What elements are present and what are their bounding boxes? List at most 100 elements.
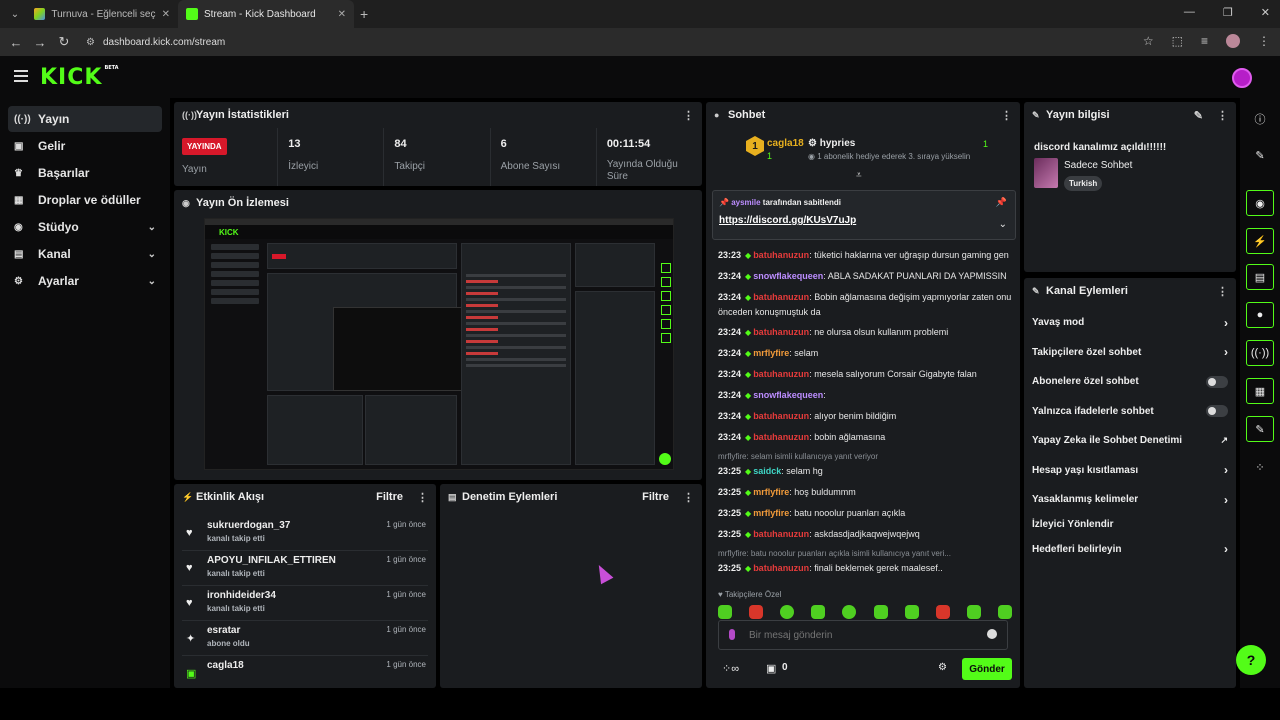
message-user[interactable]: batuhanuzun (753, 563, 809, 573)
apps-icon[interactable]: ⁘ (1246, 454, 1274, 480)
minimize-icon[interactable]: — (1184, 6, 1195, 19)
activity-user[interactable]: esratar (207, 625, 240, 636)
emote-icon[interactable] (966, 605, 981, 619)
gifter-name[interactable]: hypries (820, 138, 856, 149)
bookmark-star-icon[interactable]: ☆ (1143, 34, 1154, 48)
site-info-icon[interactable]: ⚙ (86, 37, 95, 48)
microphone-icon[interactable] (729, 629, 735, 640)
stream-preview-video[interactable]: KICK (204, 218, 674, 470)
top-user-name[interactable]: cagla18 (767, 138, 804, 149)
action-followers-only[interactable]: Takipçilere özel sohbet › (1024, 338, 1236, 368)
pinned-link[interactable]: https://discord.gg/KUsV7uJp (719, 215, 856, 226)
send-button[interactable]: Gönder (962, 658, 1012, 680)
emote-icon[interactable] (718, 605, 732, 619)
message-user[interactable]: batuhanuzun (753, 432, 809, 442)
gift-icon[interactable]: ▣ (766, 662, 776, 675)
subscribers-only-toggle[interactable] (1206, 375, 1228, 388)
more-options-icon[interactable]: ⋮ (1001, 109, 1012, 122)
emoji-icon[interactable] (987, 629, 997, 639)
broadcast-icon[interactable]: ((·)) (1246, 340, 1274, 366)
activity-user[interactable]: cagla18 (207, 660, 244, 671)
chat-bubble-icon[interactable]: ● (1246, 302, 1274, 328)
sidebar-item-ayarlar[interactable]: ⚙ Ayarlar ⌄ (8, 268, 162, 294)
chevron-down-icon[interactable]: ⌄ (999, 219, 1007, 230)
bolt-icon[interactable]: ⚡ (1246, 228, 1274, 254)
activity-user[interactable]: ironhideider34 (207, 590, 276, 601)
chat-message-input[interactable] (749, 627, 979, 643)
browser-menu-icon[interactable]: ⋮ (1258, 34, 1270, 48)
message-user[interactable]: batuhanuzun (753, 369, 809, 379)
channel-points-icon[interactable]: ⁘∞ (722, 662, 739, 675)
edit-icon[interactable]: ✎ (1194, 109, 1203, 122)
kick-logo[interactable]: KICK BETA (40, 65, 119, 90)
document-icon[interactable]: ▤ (1246, 264, 1274, 290)
tab-close-icon[interactable]: ✕ (338, 9, 346, 20)
sidebar-item-yayin[interactable]: ((·)) Yayın (8, 106, 162, 132)
sidebar-item-gelir[interactable]: ▣ Gelir (8, 133, 162, 159)
message-user[interactable]: batuhanuzun (753, 327, 809, 337)
emote-icon[interactable] (749, 605, 764, 619)
media-icon[interactable]: ≡ (1201, 34, 1208, 48)
help-headset-icon[interactable]: ? (1236, 645, 1266, 675)
tab-search-icon[interactable]: ⌄ (4, 3, 26, 25)
restore-icon[interactable]: ❐ (1223, 6, 1233, 19)
chat-settings-icon[interactable]: ⚙ (938, 662, 947, 673)
filter-button[interactable]: Filtre (642, 491, 669, 503)
emote-icon[interactable] (842, 605, 857, 619)
new-tab-icon[interactable]: + (360, 6, 368, 22)
url-field[interactable]: ⚙ dashboard.kick.com/stream (86, 37, 225, 48)
more-options-icon[interactable]: ⋮ (683, 491, 694, 504)
browser-tab-tournament[interactable]: Turnuva - Eğlenceli seçimler yap ✕ (26, 0, 178, 28)
collapse-icon[interactable]: ⩡ (856, 170, 862, 181)
menu-icon[interactable] (14, 70, 28, 85)
emote-icon[interactable] (873, 605, 888, 619)
message-user[interactable]: mrflyfire (753, 487, 789, 497)
activity-user[interactable]: APOYU_INFILAK_ETTIREN (207, 555, 336, 566)
action-set-goals[interactable]: Hedefleri belirleyin › (1024, 535, 1236, 565)
emote-icon[interactable] (904, 605, 919, 619)
activity-user[interactable]: sukruerdogan_37 (207, 520, 290, 531)
tab-close-icon[interactable]: ✕ (162, 9, 170, 20)
message-user[interactable]: snowflakequeen (753, 271, 823, 281)
action-account-age[interactable]: Hesap yaşı kısıtlaması › (1024, 456, 1236, 486)
sidebar-item-studyo[interactable]: ◉ Stüdyo ⌄ (8, 214, 162, 240)
info-icon[interactable]: ⓘ (1246, 106, 1274, 132)
preview-toggle-icon[interactable]: ◉ (1246, 190, 1274, 216)
message-user[interactable]: batuhanuzun (753, 529, 809, 539)
action-ai-moderation[interactable]: Yapay Zeka ile Sohbet Denetimi ↗ (1024, 426, 1236, 456)
filter-button[interactable]: Filtre (376, 491, 403, 503)
edit-icon[interactable]: ✎ (1246, 142, 1274, 168)
category-name[interactable]: Sadece Sohbet (1064, 160, 1132, 171)
action-banned-words[interactable]: Yasaklanmış kelimeler › (1024, 485, 1236, 515)
message-user[interactable]: mrflyfire (753, 348, 789, 358)
message-user[interactable]: batuhanuzun (753, 411, 809, 421)
message-user[interactable]: mrflyfire (753, 508, 789, 518)
emote-icon[interactable] (780, 605, 795, 619)
message-user[interactable]: batuhanuzun (753, 250, 809, 260)
pin-icon[interactable]: 📌 (996, 197, 1007, 208)
browser-tab-kick[interactable]: Stream - Kick Dashboard ✕ (178, 0, 354, 28)
sidebar-item-kanal[interactable]: ▤ Kanal ⌄ (8, 241, 162, 267)
more-options-icon[interactable]: ⋮ (1217, 109, 1228, 122)
message-user[interactable]: batuhanuzun (753, 292, 809, 302)
emote-icon[interactable] (997, 605, 1012, 619)
extensions-icon[interactable]: ⬚ (1172, 34, 1183, 48)
wrench-icon[interactable]: ✎ (1246, 416, 1274, 442)
more-options-icon[interactable]: ⋮ (417, 491, 428, 504)
emote-icon[interactable] (811, 605, 826, 619)
more-options-icon[interactable]: ⋮ (683, 109, 694, 122)
forward-icon[interactable]: → (28, 35, 52, 50)
user-avatar[interactable] (1232, 68, 1252, 88)
more-options-icon[interactable]: ⋮ (1217, 285, 1228, 298)
action-slow-mode[interactable]: Yavaş mod › (1024, 308, 1236, 338)
action-host[interactable]: İzleyici Yönlendir (1024, 515, 1236, 535)
reload-icon[interactable]: ↻ (52, 34, 76, 50)
message-user[interactable]: snowflakequeen (753, 390, 823, 400)
reply-context[interactable]: mrflyfire: selam isimli kullanıcıya yanı… (718, 451, 1014, 463)
back-icon[interactable]: ← (4, 35, 28, 50)
emote-icon[interactable] (935, 605, 950, 619)
sidebar-item-basarilar[interactable]: ♛ Başarılar (8, 160, 162, 186)
layout-icon[interactable]: ▦ (1246, 378, 1274, 404)
browser-profile-avatar[interactable] (1226, 34, 1240, 48)
emotes-only-toggle[interactable] (1206, 405, 1228, 418)
